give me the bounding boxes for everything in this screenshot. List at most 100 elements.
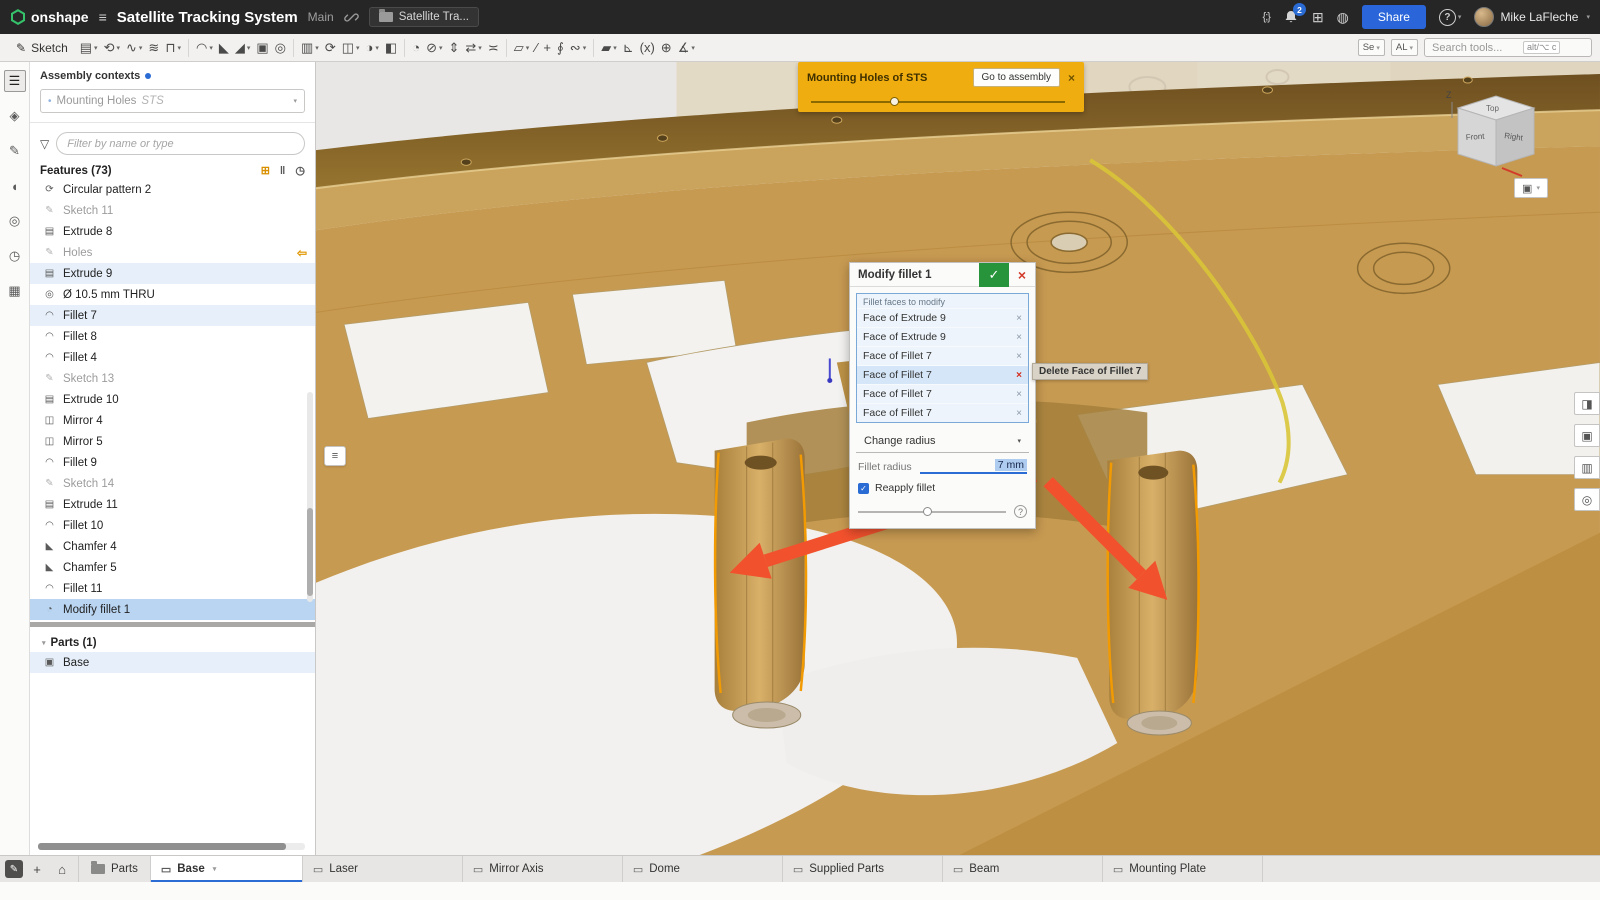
- feature-tree-item[interactable]: ▤ Extrude 8: [30, 221, 315, 242]
- fillet-radius-field[interactable]: 7 mm: [920, 459, 1027, 474]
- studio-tab[interactable]: ▭ Beam: [943, 856, 1103, 882]
- feature-tree-item[interactable]: ▤ Extrude 10: [30, 389, 315, 410]
- feature-tree-item[interactable]: ⟳ Circular pattern 2: [30, 179, 315, 200]
- slider-handle[interactable]: [890, 97, 899, 106]
- toolbar-feature-button-circular-pattern[interactable]: ⟳: [322, 37, 339, 59]
- highlighted-fillet-rib-left[interactable]: [715, 439, 806, 728]
- tab-menu-caret-icon[interactable]: ▾: [213, 865, 217, 873]
- feature-tree-item[interactable]: ◎ Ø 10.5 mm THRU: [30, 284, 315, 305]
- toolbar-feature-button-linear-pattern[interactable]: ▥ ▾: [298, 37, 322, 59]
- feature-tree-item[interactable]: ◣ Chamfer 4: [30, 536, 315, 557]
- sketch-button[interactable]: ✎ Sketch: [8, 39, 76, 57]
- fillet-face-item[interactable]: Face of Fillet 7 ×: [857, 365, 1028, 384]
- left-rail-button-features-panel[interactable]: ☰: [4, 70, 26, 92]
- view-cube-menu-button[interactable]: ▣ ▾: [1514, 178, 1548, 198]
- help-menu[interactable]: ? ▾: [1439, 9, 1462, 26]
- feature-tree-item[interactable]: ◠ Fillet 10: [30, 515, 315, 536]
- banner-close-icon[interactable]: ×: [1068, 71, 1075, 85]
- link-icon[interactable]: [344, 10, 359, 25]
- toolbar-feature-button-offset-surface[interactable]: ≍: [485, 37, 502, 59]
- suppress-icon[interactable]: ‖: [280, 165, 285, 177]
- rollback-bar[interactable]: [30, 622, 315, 627]
- studio-tab[interactable]: ▭ Supplied Parts: [783, 856, 943, 882]
- view-mode-chip[interactable]: AL ▾: [1391, 39, 1418, 56]
- toolbar-feature-button-extrude[interactable]: ▤ ▾: [77, 37, 101, 59]
- hamburger-menu-icon[interactable]: ≡: [99, 9, 107, 25]
- remove-face-icon[interactable]: ×: [1016, 389, 1022, 400]
- assembly-context-select[interactable]: • Mounting Holes STS ▾: [40, 89, 305, 113]
- toolbar-feature-button-fillet[interactable]: ◠ ▾: [193, 37, 216, 59]
- toolbar-feature-button[interactable]: [404, 39, 405, 57]
- context-opacity-slider[interactable]: [807, 97, 1075, 106]
- remove-face-icon[interactable]: ×: [1016, 408, 1022, 419]
- vertical-scrollbar[interactable]: [307, 392, 313, 602]
- toolbar-feature-button-plane[interactable]: ▱ ▾: [511, 37, 533, 59]
- notifications-button[interactable]: 2: [1283, 9, 1299, 25]
- toolbar-feature-button-measure[interactable]: ⊾: [620, 37, 637, 59]
- toolbar-feature-button-boolean[interactable]: ◑ ▾: [363, 37, 382, 59]
- view-cube[interactable]: Z Top Front Right: [1444, 84, 1548, 180]
- radius-slider[interactable]: [858, 507, 1006, 516]
- studio-tab[interactable]: ▭ Base ▾: [151, 856, 303, 882]
- marketplace-icon[interactable]: ◍: [1337, 9, 1349, 26]
- feature-tree-item[interactable]: ◣ Chamfer 5: [30, 557, 315, 578]
- remove-face-icon[interactable]: ×: [1016, 313, 1022, 324]
- user-menu[interactable]: Mike LaFleche ▾: [1474, 7, 1590, 27]
- left-rail-button-follow-panel[interactable]: ◎: [4, 210, 26, 232]
- left-rail-button-history-panel[interactable]: ◷: [4, 245, 26, 267]
- feature-tree-item[interactable]: ✎ Sketch 11: [30, 200, 315, 221]
- studio-tab[interactable]: ▭ Dome: [623, 856, 783, 882]
- feature-tree-item[interactable]: ▤ Extrude 9: [30, 263, 315, 284]
- feature-tree-item[interactable]: ◠ Fillet 11: [30, 578, 315, 599]
- fillet-face-item[interactable]: Face of Fillet 7 ×: [857, 403, 1028, 422]
- left-rail-button-bom-panel[interactable]: ▦: [4, 280, 26, 302]
- selection-filter-chip[interactable]: Se ▾: [1358, 39, 1385, 56]
- feature-tree-item[interactable]: ◔ Modify fillet 1: [30, 599, 315, 620]
- feature-tree-item[interactable]: ◠ Fillet 4: [30, 347, 315, 368]
- reapply-fillet-row[interactable]: ✓ Reapply fillet: [850, 476, 1035, 496]
- toolbar-feature-button-helix[interactable]: ∮: [554, 37, 567, 59]
- rib-hole[interactable]: [1138, 466, 1168, 480]
- toolbar-feature-button-variables[interactable]: (x): [637, 37, 658, 59]
- document-tab[interactable]: Satellite Tra...: [369, 7, 479, 27]
- toolbar-feature-button-modify-fillet[interactable]: ◔: [409, 37, 423, 59]
- onshape-logo[interactable]: onshape: [10, 9, 89, 25]
- feature-tree-item[interactable]: ◫ Mirror 5: [30, 431, 315, 452]
- remove-face-icon[interactable]: ×: [1016, 332, 1022, 343]
- fillet-face-item[interactable]: Face of Extrude 9 ×: [857, 327, 1028, 346]
- dev-tools-icon[interactable]: {;}: [1263, 11, 1270, 23]
- new-tab-button[interactable]: +: [26, 859, 48, 879]
- toolbar-feature-button-chamfer[interactable]: ◣: [216, 37, 232, 59]
- toolbar-feature-button-split[interactable]: ◧: [382, 37, 400, 59]
- toolbar-feature-button[interactable]: [506, 39, 507, 57]
- fillet-face-item[interactable]: Face of Extrude 9 ×: [857, 308, 1028, 327]
- context-toolbar-button[interactable]: ≡: [324, 446, 346, 466]
- search-tools-input[interactable]: [1432, 42, 1518, 54]
- studio-tab[interactable]: ▭ Laser: [303, 856, 463, 882]
- studio-tab[interactable]: ▭ Mounting Plate: [1103, 856, 1263, 882]
- toolbar-feature-button-shell[interactable]: ▣: [253, 37, 271, 59]
- toolbar-feature-button-mirror[interactable]: ◫ ▾: [339, 37, 363, 59]
- app-grid-icon[interactable]: ⊞: [1312, 9, 1324, 26]
- toolbar-feature-button-move-face[interactable]: ⇕: [445, 37, 462, 59]
- left-rail-button-comments-panel[interactable]: ◖: [4, 175, 26, 197]
- feature-tree-item[interactable]: ✎ Sketch 14: [30, 473, 315, 494]
- slider-handle[interactable]: [923, 507, 932, 516]
- toolbar-feature-button-hole[interactable]: ◎: [272, 37, 289, 59]
- feature-tree-item[interactable]: ▤ Extrude 11: [30, 494, 315, 515]
- feature-tree-item[interactable]: ✎ Sketch 13: [30, 368, 315, 389]
- help-icon[interactable]: ?: [1014, 505, 1027, 518]
- feature-tree-item[interactable]: ◠ Fillet 9: [30, 452, 315, 473]
- feature-tree-item[interactable]: ◫ Mirror 4: [30, 410, 315, 431]
- toolbar-feature-button-transform[interactable]: ⇄ ▾: [462, 37, 484, 59]
- confirm-button[interactable]: ✓: [979, 263, 1009, 287]
- horizontal-scrollbar[interactable]: [38, 843, 305, 850]
- fillet-radius-value[interactable]: 7 mm: [995, 459, 1027, 471]
- viewport-tool-button-section-view[interactable]: ◨: [1574, 392, 1600, 415]
- toolbar-feature-button-curve[interactable]: ∾ ▾: [567, 37, 589, 59]
- remove-face-icon[interactable]: ×: [1016, 370, 1022, 381]
- studio-tab[interactable]: ▭ Mirror Axis: [463, 856, 623, 882]
- viewport-tool-button-display-options[interactable]: ▥: [1574, 456, 1600, 479]
- rib-hole[interactable]: [745, 456, 777, 470]
- workspace-name[interactable]: Main: [308, 10, 334, 24]
